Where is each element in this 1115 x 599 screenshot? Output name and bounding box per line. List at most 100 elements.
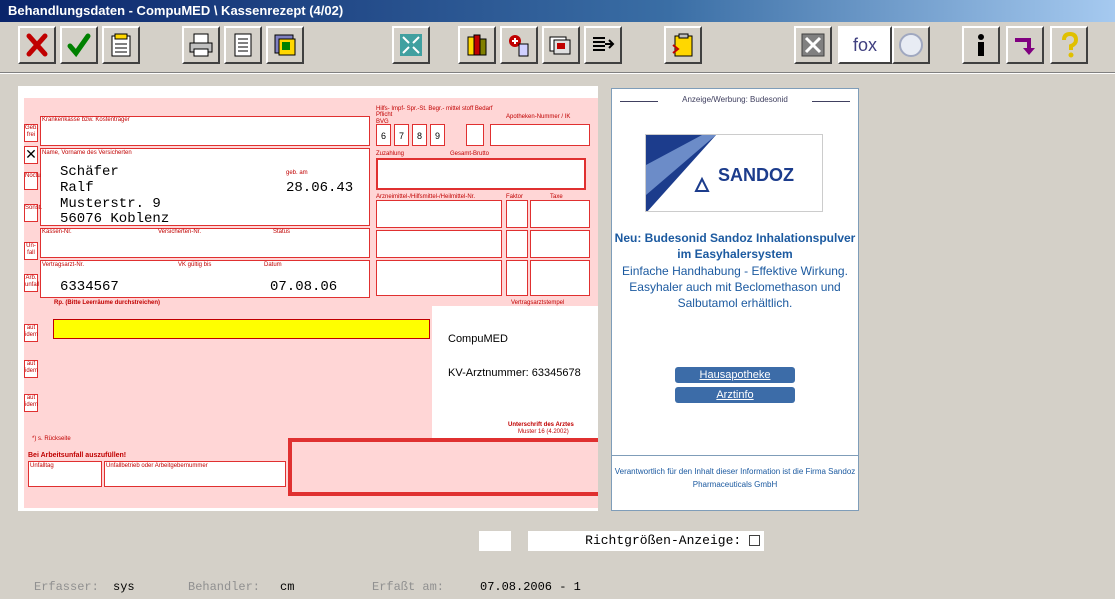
help-button[interactable]	[1050, 26, 1088, 64]
rp-label: Rp. (Bitte Leerräume durchstreichen)	[54, 300, 161, 306]
clipboard-button[interactable]	[664, 26, 702, 64]
arrow-down-icon	[1015, 38, 1035, 55]
cards-button[interactable]	[542, 26, 580, 64]
vertragsarzt-nr: 6334567	[60, 279, 119, 295]
patient-city: 56076 Koblenz	[60, 211, 170, 227]
ad-title: Neu: Budesonid Sandoz Inhalationspulver …	[614, 231, 856, 261]
richtgroessen-label: Richtgrößen-Anzeige:	[585, 533, 742, 548]
forms-button[interactable]	[266, 26, 304, 64]
logo-text: SANDOZ	[718, 165, 794, 185]
patient-birthdate: 28.06.43	[286, 180, 354, 196]
hilfsmittel-header: Hilfs- Impf- Spr.-St. Begr.- mittel stof…	[376, 106, 493, 118]
aut-idem-2[interactable]: aut idem	[24, 360, 38, 378]
taxe-row-3[interactable]	[530, 260, 590, 296]
erfasst-label: Erfaßt am:	[372, 580, 445, 594]
aut-idem-1[interactable]: aut idem	[24, 324, 38, 342]
close-x-button[interactable]	[794, 26, 832, 64]
small-input[interactable]	[479, 531, 511, 551]
ad-panel: Anzeige/Werbung: Budesonid SANDOZ Neu: B…	[611, 88, 859, 511]
noctu-checkbox[interactable]: Noctu	[24, 172, 41, 190]
page-button[interactable]	[224, 26, 262, 64]
faktor-row-1[interactable]	[506, 200, 528, 228]
ad-footer: Verantwortlich für den Inhalt dieser Inf…	[614, 467, 856, 489]
apotheke-box[interactable]	[490, 124, 590, 146]
bvg-digit-6[interactable]: 6	[376, 124, 391, 146]
stamp-name: CompuMED	[448, 333, 508, 345]
faktor-row-3[interactable]	[506, 260, 528, 296]
confirm-icon	[67, 33, 91, 58]
arrow-down-button[interactable]	[1006, 26, 1044, 64]
richtgroessen-checkbox[interactable]	[749, 535, 760, 547]
magnifier-button[interactable]	[892, 26, 930, 64]
taxe-row-2[interactable]	[530, 230, 590, 258]
export-button[interactable]	[584, 26, 622, 64]
ad-footer-divider	[612, 455, 858, 456]
kassen-box[interactable]	[40, 228, 370, 258]
close-x-icon	[801, 33, 825, 57]
red-rule-vertical	[288, 438, 292, 496]
fox-button[interactable]: fox	[838, 26, 892, 64]
bvg-digit-7[interactable]: 7	[394, 124, 409, 146]
checked-box[interactable]: ✕	[24, 146, 38, 164]
faktor-row-2[interactable]	[506, 230, 528, 258]
rp-input-line[interactable]	[53, 319, 430, 339]
apotheke-label: Apotheken-Nummer / IK	[506, 114, 571, 120]
forms-icon	[274, 34, 296, 56]
arbeitsunfall-label: Bei Arbeitsunfall auszufüllen!	[28, 452, 127, 459]
vk-label: VK gültig bis	[178, 262, 212, 268]
document-button[interactable]	[102, 26, 140, 64]
taxe-row-1[interactable]	[530, 200, 590, 228]
bvg-digit-8[interactable]: 8	[412, 124, 427, 146]
cards-icon	[549, 36, 571, 55]
fox-label: fox	[852, 34, 877, 55]
datum-label: Datum	[264, 262, 282, 268]
print-button[interactable]	[182, 26, 220, 64]
aut-idem-3[interactable]: aut idem	[24, 394, 38, 412]
patient-firstname: Ralf	[60, 180, 94, 196]
bvg-digit-9[interactable]: 9	[430, 124, 445, 146]
arznei-row-1[interactable]	[376, 200, 502, 228]
behandler-label: Behandler:	[188, 580, 261, 594]
clipboard-icon	[672, 33, 693, 57]
arznei-row-3[interactable]	[376, 260, 502, 296]
begr-pflicht-box[interactable]	[466, 124, 484, 146]
books-button[interactable]	[458, 26, 496, 64]
sonst-checkbox[interactable]: Sonst.	[24, 204, 42, 222]
kv-nummer: KV-Arztnummer: 63345678	[448, 367, 581, 379]
unterschrift-label: Unterschrift des Arztes	[508, 422, 574, 428]
document-icon	[111, 33, 131, 57]
toolbar-separator	[0, 72, 1115, 74]
unfall-checkbox[interactable]: Un- fall	[24, 242, 38, 260]
fullscreen-icon	[400, 34, 422, 56]
arbunfall-checkbox[interactable]: Arb. unfall	[24, 274, 39, 292]
help-icon	[1062, 31, 1079, 58]
richtgroessen-field[interactable]: Richtgrößen-Anzeige:	[528, 531, 764, 551]
muster-label: Muster 16 (4.2002)	[518, 429, 569, 435]
behandler-value: cm	[280, 580, 295, 594]
books-icon	[467, 34, 487, 56]
cancel-button[interactable]	[18, 26, 56, 64]
rezept-datum: 07.08.06	[270, 279, 338, 295]
gebfrei-checkbox[interactable]: Geb. frei	[24, 124, 38, 142]
erfasser-label: Erfasser:	[34, 580, 99, 594]
confirm-button[interactable]	[60, 26, 98, 64]
erfasst-value: 07.08.2006 - 1	[480, 580, 581, 594]
cancel-icon	[26, 33, 48, 57]
hausapotheke-link[interactable]: Hausapotheke	[675, 367, 795, 383]
krankenkasse-label: Krankenkasse bzw. Kostenträger	[42, 117, 130, 123]
sandoz-logo[interactable]: SANDOZ	[645, 134, 823, 212]
zuzahlung-box[interactable]	[376, 158, 586, 190]
medication-icon	[509, 35, 529, 57]
arztinfo-link[interactable]: Arztinfo	[675, 387, 795, 403]
medication-button[interactable]	[500, 26, 538, 64]
red-rule-bottom	[288, 492, 598, 496]
arznei-row-2[interactable]	[376, 230, 502, 258]
fullscreen-button[interactable]	[392, 26, 430, 64]
erfasser-value: sys	[113, 580, 135, 594]
info-button[interactable]	[962, 26, 1000, 64]
vertragsarzt-label: Vertragsarzt-Nr.	[42, 262, 85, 268]
export-icon	[593, 37, 615, 51]
page-icon	[234, 33, 252, 57]
info-icon	[978, 34, 984, 56]
window-title: Behandlungsdaten - CompuMED \ Kassenreze…	[0, 0, 1115, 22]
